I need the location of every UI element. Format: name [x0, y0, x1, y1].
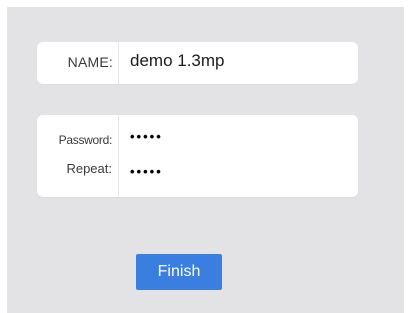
- name-card: NAME: demo 1.3mp: [37, 42, 358, 84]
- finish-button[interactable]: Finish: [136, 254, 222, 290]
- repeat-password-field[interactable]: •••••: [130, 164, 330, 179]
- name-divider: [118, 42, 119, 84]
- repeat-label: Repeat:: [66, 161, 112, 176]
- name-field[interactable]: demo 1.3mp: [130, 51, 340, 71]
- password-divider: [118, 115, 119, 197]
- setup-panel: NAME: demo 1.3mp Password: Repeat: •••••…: [7, 7, 404, 313]
- password-card: Password: Repeat: ••••• •••••: [37, 115, 358, 197]
- password-field[interactable]: •••••: [130, 129, 330, 144]
- password-label: Password:: [58, 133, 113, 147]
- name-label: NAME:: [67, 54, 113, 70]
